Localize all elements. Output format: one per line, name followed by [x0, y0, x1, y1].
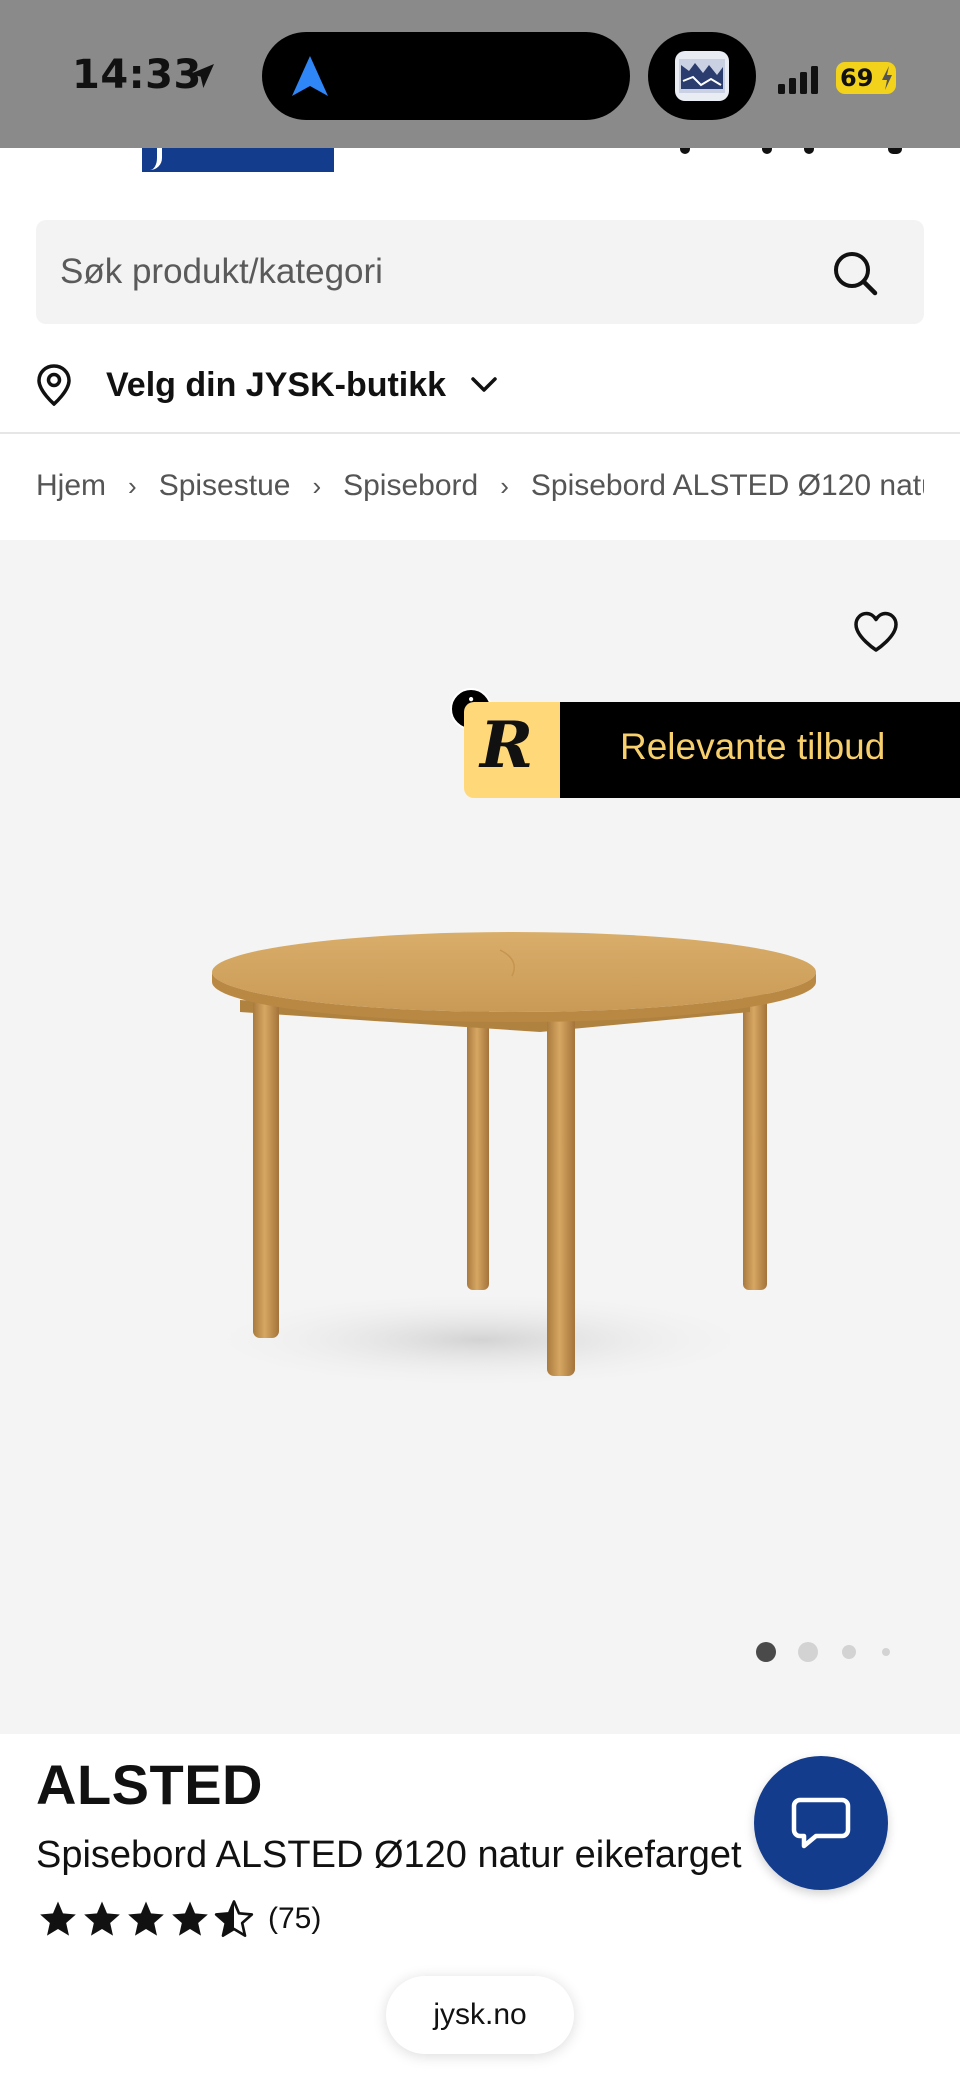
carousel-dot[interactable]	[842, 1645, 856, 1659]
carousel-dot[interactable]	[798, 1642, 818, 1662]
promo-logo: R	[464, 702, 560, 798]
jysk-logo[interactable]	[142, 142, 334, 172]
breadcrumb: Hjem › Spisestue › Spisebord › Spisebord…	[36, 466, 924, 506]
promo-text: Relevante tilbud	[620, 726, 886, 767]
header-icons	[670, 148, 920, 158]
cellular-signal-icon	[778, 66, 818, 94]
status-time: 14:33	[72, 52, 202, 98]
product-rating[interactable]: (75)	[38, 1896, 321, 1942]
product-gallery[interactable]: i R Relevante tilbud	[0, 540, 960, 1734]
dynamic-island[interactable]	[262, 32, 630, 120]
battery-indicator: 69	[836, 62, 896, 94]
chevron-down-icon	[471, 377, 497, 392]
activity-thumbnail	[675, 51, 729, 101]
product-title: Spisebord ALSTED Ø120 natur eikefarget	[36, 1834, 742, 1876]
star-filled-icon	[40, 1901, 76, 1936]
browser-url-pill[interactable]: jysk.no	[386, 1976, 574, 2054]
product-image	[190, 932, 816, 1390]
breadcrumb-separator: ›	[128, 470, 137, 501]
battery-level: 69	[840, 64, 874, 92]
breadcrumb-item-current: Spisebord ALSTED Ø120 natur	[530, 469, 924, 502]
carousel-dot-active[interactable]	[756, 1642, 776, 1662]
map-pin-icon	[37, 364, 71, 406]
carousel-indicator[interactable]	[752, 1640, 892, 1664]
divider	[0, 432, 960, 434]
promo-logo-letter: R	[480, 708, 534, 783]
search-input[interactable]	[60, 220, 820, 324]
breadcrumb-item-home[interactable]: Hjem	[36, 469, 106, 503]
carousel-dot[interactable]	[882, 1648, 890, 1656]
star-half-icon	[214, 1900, 254, 1937]
search-bar	[36, 220, 924, 324]
breadcrumb-item-dining-tables[interactable]: Spisebord	[343, 469, 478, 503]
live-activity[interactable]	[648, 32, 756, 120]
star-filled-icon	[128, 1901, 164, 1936]
breadcrumb-separator: ›	[500, 470, 509, 501]
store-selector-label: Velg din JYSK-butikk	[106, 365, 447, 404]
chat-bubble-icon	[791, 1797, 851, 1849]
location-arrow-icon	[190, 64, 214, 88]
relevant-offers-banner[interactable]: R Relevante tilbud	[464, 702, 960, 798]
heart-icon[interactable]	[852, 610, 900, 654]
breadcrumb-item-dining-room[interactable]: Spisestue	[159, 469, 291, 503]
navigation-arrow-icon	[292, 56, 328, 96]
status-bar: 14:33 69	[0, 0, 960, 148]
review-count[interactable]: (75)	[268, 1902, 321, 1936]
star-filled-icon	[84, 1901, 120, 1936]
breadcrumb-separator: ›	[312, 470, 322, 501]
charging-bolt-icon	[882, 66, 892, 90]
star-filled-icon	[172, 1901, 208, 1936]
store-selector[interactable]: Velg din JYSK-butikk	[36, 358, 498, 412]
product-brand: ALSTED	[36, 1753, 263, 1816]
search-icon[interactable]	[832, 250, 878, 296]
chat-button[interactable]	[754, 1756, 888, 1890]
